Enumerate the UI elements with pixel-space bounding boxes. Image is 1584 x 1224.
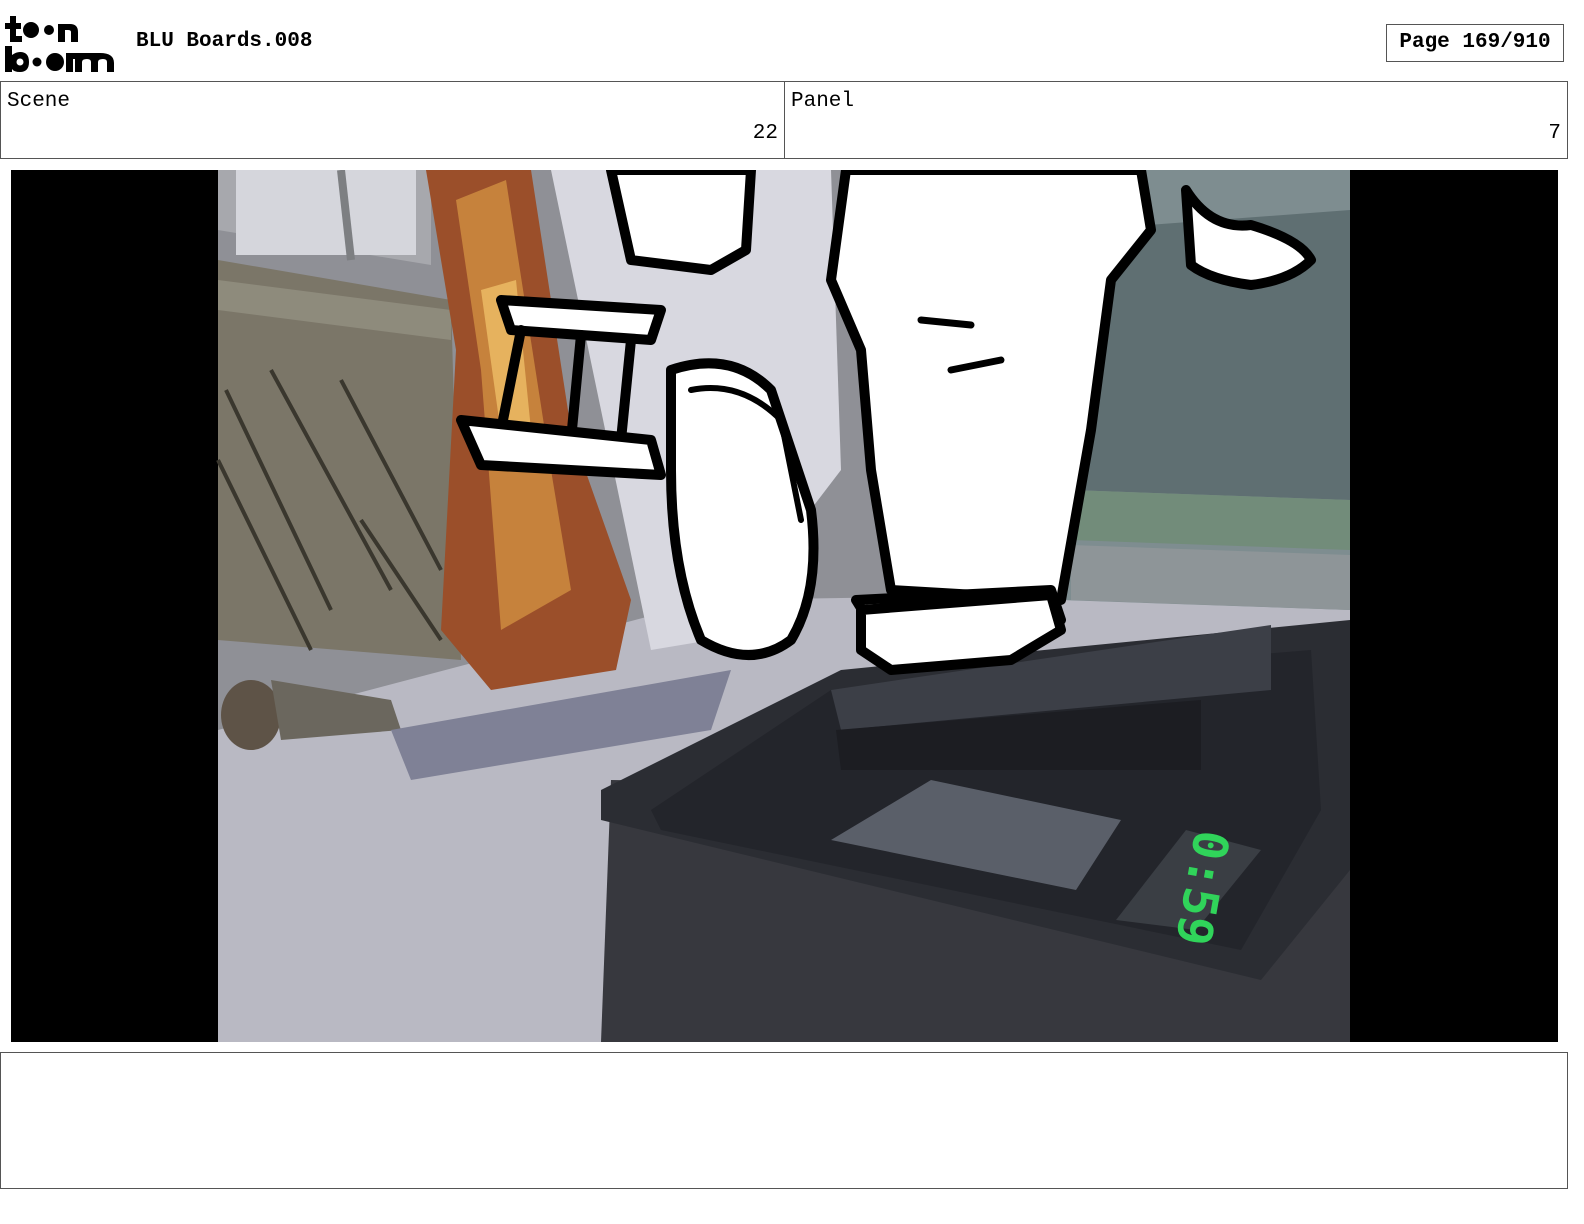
scene-label: Scene [7, 90, 71, 113]
storyboard-image: 0:59 [11, 170, 1558, 1042]
page-counter: Page 169/910 [1386, 24, 1564, 62]
scene-panel-info: Scene 22 Panel 7 [0, 81, 1568, 159]
document-title: BLU Boards.008 [136, 30, 313, 53]
notes-box [0, 1052, 1568, 1189]
toon-boom-logo [5, 16, 114, 72]
panel-value: 7 [1548, 122, 1561, 145]
panel-cell: Panel 7 [785, 82, 1567, 158]
scene-cell: Scene 22 [1, 82, 785, 158]
panel-label: Panel [791, 90, 855, 113]
storyboard-frame: 0:59 [11, 170, 1558, 1042]
scene-value: 22 [752, 122, 778, 145]
